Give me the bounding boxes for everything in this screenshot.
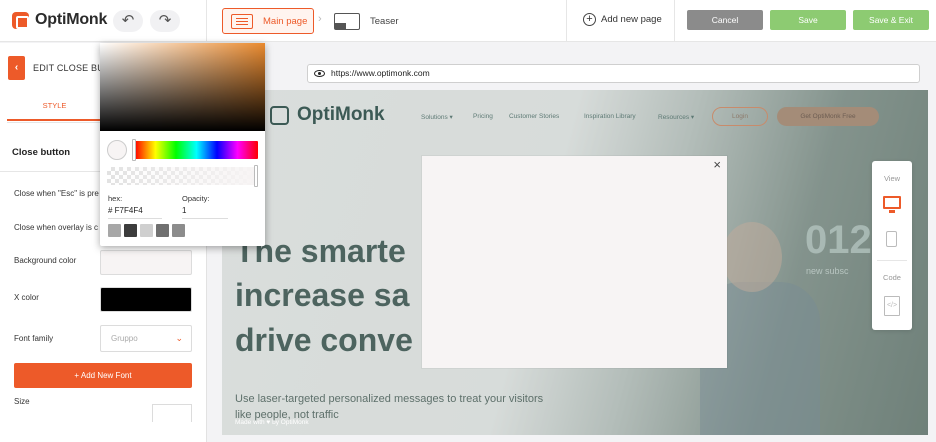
color-preview bbox=[107, 140, 127, 160]
close-on-esc-label: Close when "Esc" is pre bbox=[14, 189, 99, 198]
made-with-credit: Made with ♥ by OptiMonk bbox=[235, 419, 309, 426]
color-picker: hex: Opacity: # F7F4F4 1 bbox=[100, 43, 265, 246]
app-logo-text: OptiMonk bbox=[35, 11, 108, 28]
cancel-button[interactable]: Cancel bbox=[687, 10, 763, 30]
section-title: Close button bbox=[12, 147, 71, 158]
font-family-value: Gruppo bbox=[111, 334, 138, 343]
code-label: Code bbox=[883, 273, 901, 282]
add-new-font-button[interactable]: + Add New Font bbox=[14, 363, 192, 388]
divider bbox=[566, 0, 567, 42]
add-new-page-button[interactable]: + Add new page bbox=[583, 13, 662, 26]
tab-teaser[interactable]: Teaser bbox=[334, 8, 399, 34]
site-nav-resources: Resources ▾ bbox=[658, 114, 695, 121]
tab-main-page[interactable]: Main page bbox=[222, 8, 314, 34]
font-family-select[interactable]: Gruppo ⌄ bbox=[100, 325, 192, 352]
x-color-swatch[interactable] bbox=[100, 287, 192, 312]
teaser-layout-icon bbox=[334, 12, 360, 30]
x-color-label: X color bbox=[14, 293, 39, 302]
stat-label: new subsc bbox=[806, 266, 849, 276]
divider bbox=[877, 260, 907, 261]
undo-icon[interactable]: ↶ bbox=[113, 10, 143, 32]
site-nav-inspiration-library: Inspiration Library bbox=[584, 113, 636, 120]
opacity-slider[interactable] bbox=[107, 167, 258, 185]
opacity-slider-handle[interactable] bbox=[254, 165, 258, 187]
hero-heading-line-3: drive conve bbox=[235, 322, 413, 358]
desktop-icon[interactable] bbox=[883, 196, 901, 213]
preset-color-swatch[interactable] bbox=[172, 224, 185, 237]
save-exit-button[interactable]: Save & Exit bbox=[853, 10, 929, 30]
site-trial-button: Get OptiMonk Free bbox=[777, 107, 879, 126]
hero-subtext-line-1: Use laser-targeted personalized messages… bbox=[235, 393, 544, 405]
popup-close-icon[interactable]: × bbox=[713, 158, 721, 172]
hex-input[interactable]: # F7F4F4 bbox=[108, 206, 162, 219]
code-file-icon[interactable]: </> bbox=[884, 296, 900, 316]
tab-style[interactable]: STYLE bbox=[7, 91, 102, 121]
panel-title: EDIT CLOSE BU bbox=[33, 63, 104, 73]
close-on-overlay-label: Close when overlay is c bbox=[14, 223, 99, 232]
chevron-right-icon: › bbox=[318, 13, 322, 25]
opacity-label: Opacity: bbox=[182, 194, 210, 203]
app-logo[interactable]: OptiMonk bbox=[12, 11, 107, 29]
view-toolbar: View Code </> bbox=[872, 161, 912, 330]
page-layout-icon bbox=[231, 13, 253, 29]
url-bar: https://www.optimonk.com bbox=[307, 64, 920, 83]
optimonk-logo-icon bbox=[12, 11, 29, 29]
plus-circle-icon: + bbox=[583, 13, 596, 26]
preset-color-swatch[interactable] bbox=[140, 224, 153, 237]
preset-color-swatch[interactable] bbox=[124, 224, 137, 237]
add-new-page-label: Add new page bbox=[601, 14, 662, 25]
saturation-area[interactable] bbox=[100, 43, 265, 131]
save-button[interactable]: Save bbox=[770, 10, 846, 30]
site-nav-solutions: Solutions ▾ bbox=[421, 114, 453, 121]
chevron-left-icon[interactable]: ‹ bbox=[8, 56, 25, 80]
redo-icon[interactable]: ↷ bbox=[150, 10, 180, 32]
site-nav-customer-stories: Customer Stories bbox=[509, 113, 560, 120]
top-bar: OptiMonk ↶ ↷ Main page › Teaser + Add ne… bbox=[0, 0, 936, 42]
background-color-label: Background color bbox=[14, 256, 77, 265]
size-input[interactable] bbox=[152, 404, 192, 422]
site-nav-pricing: Pricing bbox=[473, 113, 493, 120]
opacity-slider-fill bbox=[107, 167, 258, 185]
font-family-label: Font family bbox=[14, 334, 54, 343]
url-text: https://www.optimonk.com bbox=[331, 68, 430, 78]
size-label: Size bbox=[14, 397, 30, 406]
divider bbox=[206, 0, 207, 42]
tab-teaser-label: Teaser bbox=[370, 15, 399, 27]
site-logo-text: OptiMonk bbox=[297, 104, 385, 125]
preset-color-swatch[interactable] bbox=[108, 224, 121, 237]
hue-slider-handle[interactable] bbox=[132, 139, 136, 161]
view-label: View bbox=[883, 174, 901, 183]
hero-heading-line-2: increase sa bbox=[235, 277, 410, 313]
hex-label: hex: bbox=[108, 194, 123, 203]
opacity-input[interactable]: 1 bbox=[182, 206, 228, 219]
site-logo-icon bbox=[270, 105, 289, 125]
hue-slider[interactable] bbox=[135, 141, 258, 159]
site-logo: OptiMonk bbox=[270, 104, 385, 126]
eye-icon[interactable] bbox=[314, 70, 325, 77]
mobile-icon[interactable] bbox=[886, 231, 897, 247]
background-color-swatch[interactable] bbox=[100, 250, 192, 275]
tab-main-page-label: Main page bbox=[263, 15, 308, 27]
site-login-button: Login bbox=[712, 107, 768, 126]
preset-color-swatch[interactable] bbox=[156, 224, 169, 237]
divider bbox=[674, 0, 675, 42]
chevron-down-icon: ⌄ bbox=[175, 333, 183, 343]
popup-preview[interactable]: × bbox=[422, 156, 727, 368]
stat-number: 012 bbox=[805, 218, 872, 262]
